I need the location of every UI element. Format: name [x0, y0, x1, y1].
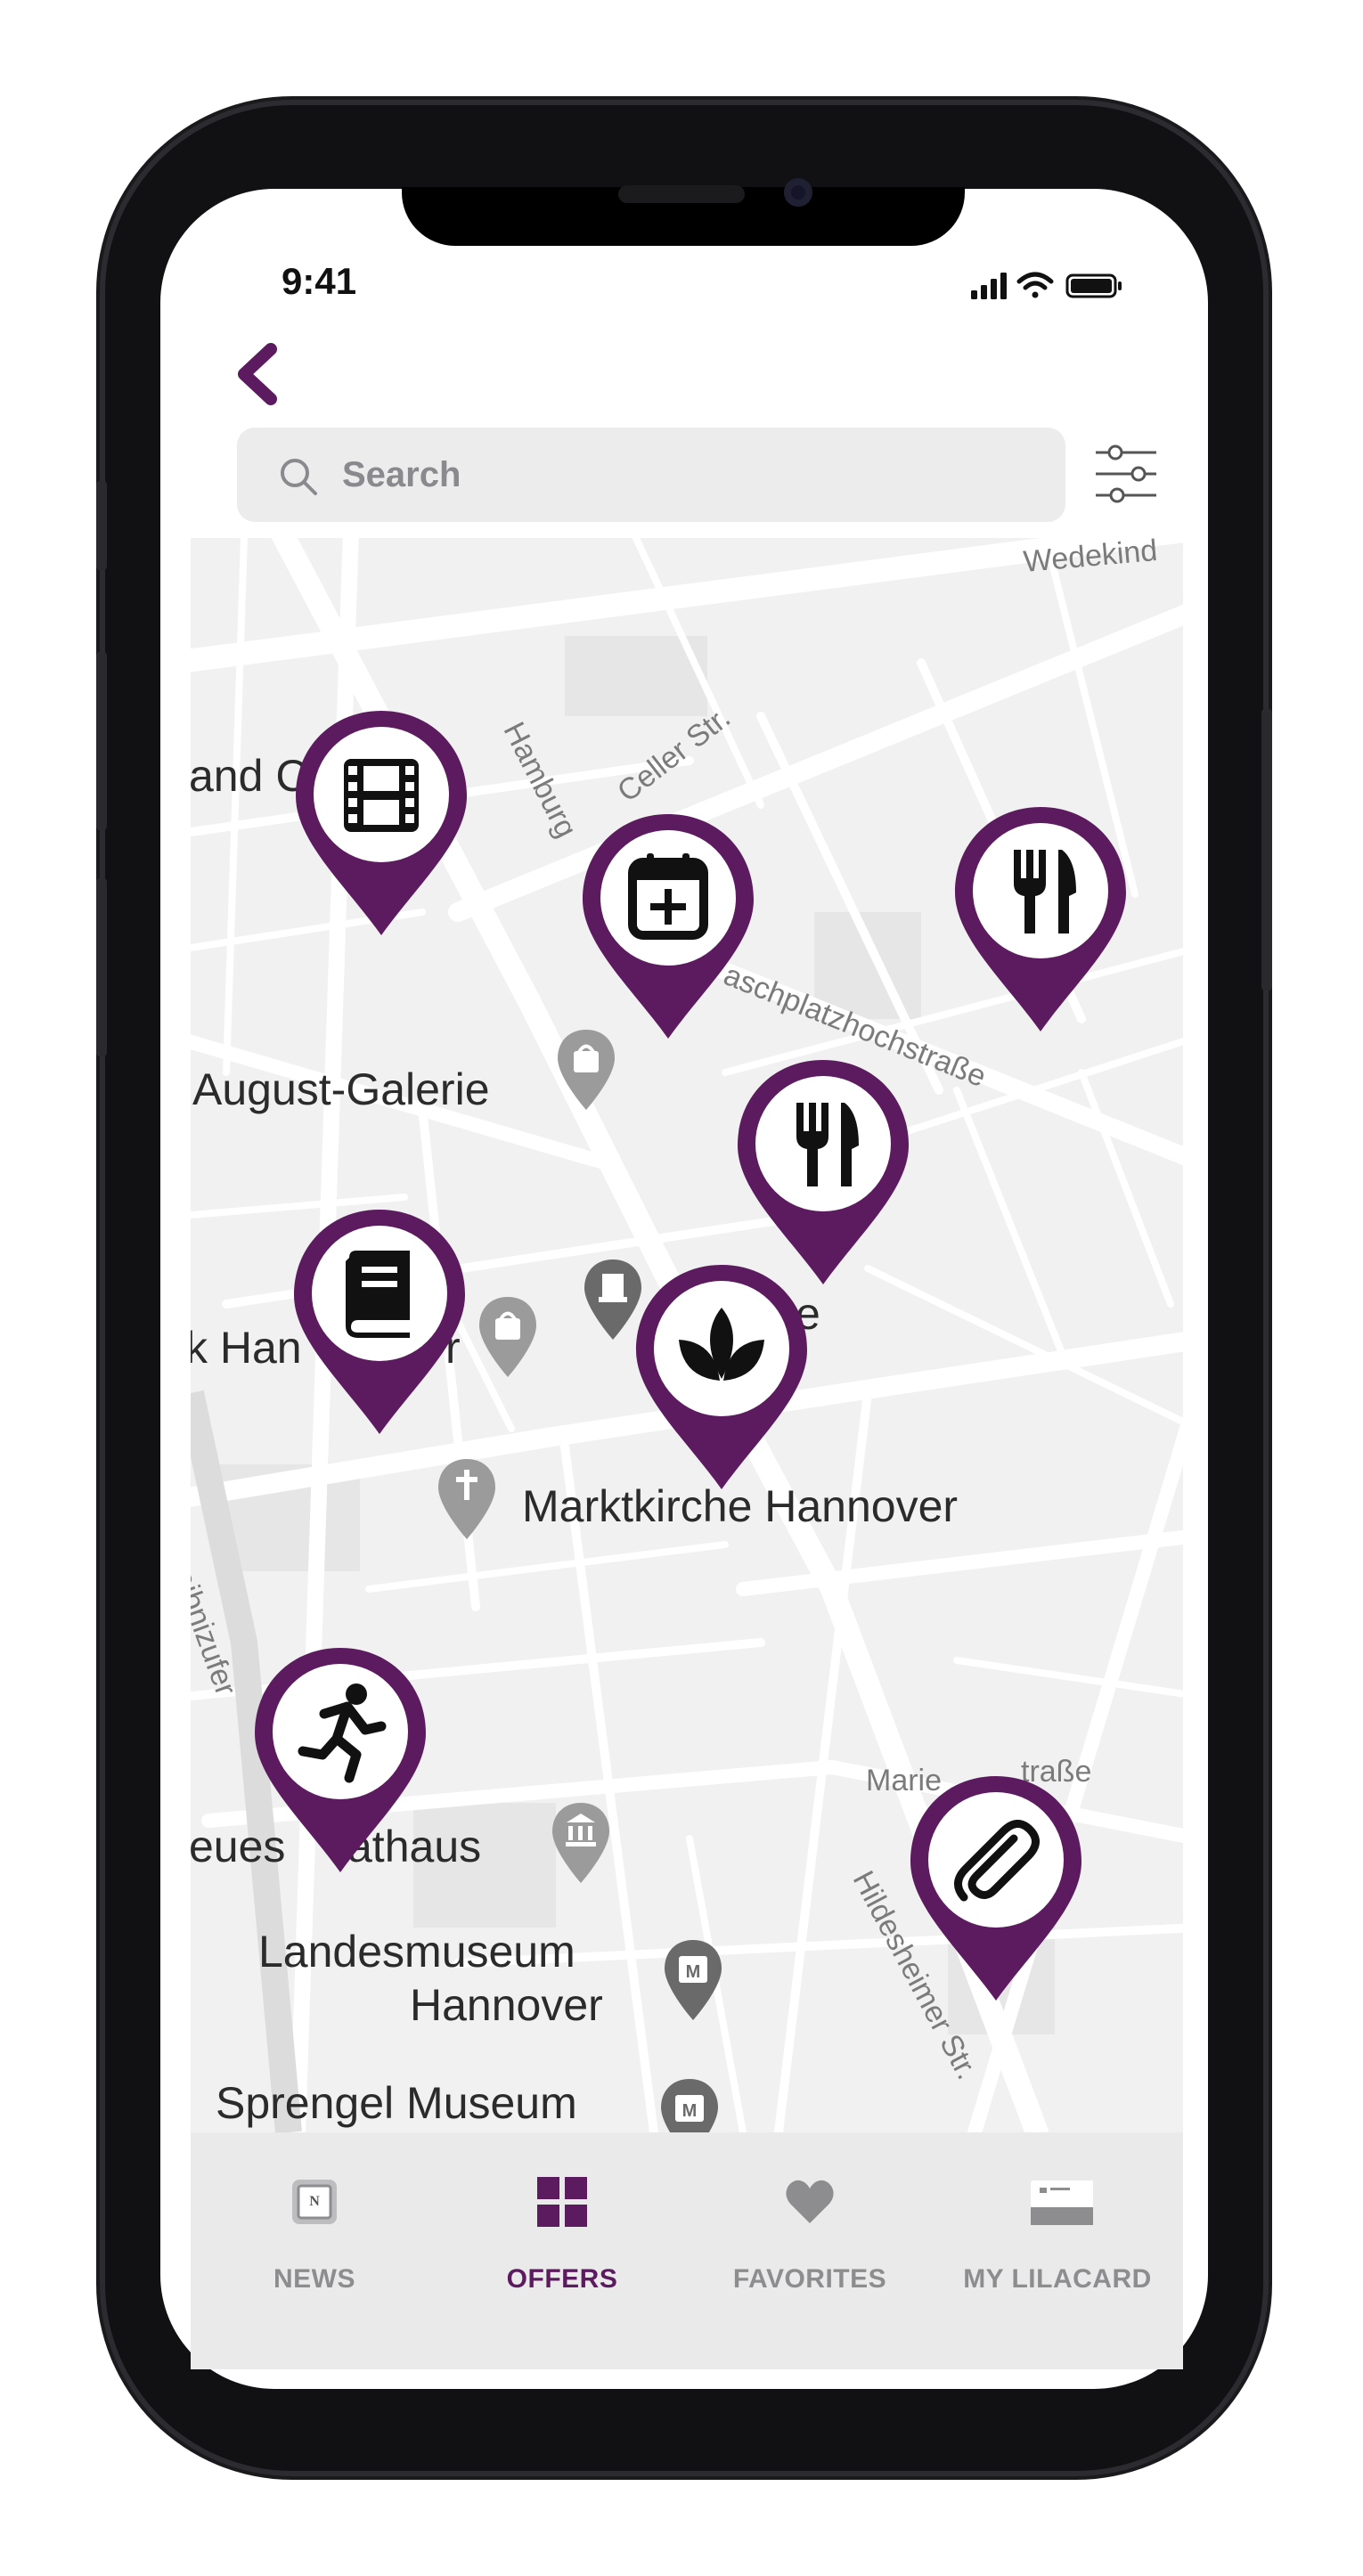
- svg-text:M: M: [686, 1962, 701, 1982]
- svg-text:M: M: [682, 2101, 698, 2121]
- lotus-icon[interactable]: [633, 1261, 811, 1493]
- news-icon: N: [292, 2180, 337, 2224]
- place-label: k Han: [191, 1323, 302, 1373]
- status-time: 9:41: [282, 260, 357, 302]
- tab-bar: N NEWS OFFERS FAVORITES MY LILACARD: [191, 2132, 1183, 2369]
- tab-my-lilacard-label: MY LILACARD: [963, 2264, 1152, 2294]
- speaker-grille: [618, 185, 745, 203]
- mute-switch: [96, 481, 107, 570]
- fork-knife-icon[interactable]: [951, 803, 1130, 1035]
- cellular-signal-icon: [971, 273, 1007, 299]
- paperclip-icon[interactable]: [907, 1773, 1085, 2004]
- tab-favorites[interactable]: FAVORITES: [686, 2132, 934, 2369]
- tab-news-label: NEWS: [273, 2264, 355, 2294]
- museum-poi-icon[interactable]: M: [661, 1938, 725, 2022]
- power-button: [1261, 709, 1272, 990]
- search-input[interactable]: [340, 447, 1039, 502]
- fork-knife-icon[interactable]: [734, 1056, 912, 1288]
- card-icon: [1031, 2181, 1093, 2225]
- book-icon[interactable]: [290, 1206, 469, 1438]
- tab-offers-label: OFFERS: [506, 2264, 618, 2294]
- svg-text:N: N: [309, 2194, 320, 2209]
- battery-icon: [1065, 273, 1122, 298]
- place-label: August-Galerie: [192, 1064, 490, 1114]
- volume-down-button: [96, 878, 107, 1056]
- tab-my-lilacard[interactable]: MY LILACARD: [934, 2132, 1181, 2369]
- place-label: Landesmuseum: [258, 1927, 575, 1977]
- tab-news[interactable]: N NEWS: [191, 2132, 438, 2369]
- place-label: Sprengel Museum: [216, 2078, 577, 2128]
- back-chevron-icon[interactable]: [230, 338, 283, 410]
- grid-icon: [537, 2177, 587, 2227]
- map-view[interactable]: Wedekind Hamburg Celler Str. aschplatzho…: [191, 538, 1183, 2132]
- calendar-add-icon[interactable]: [579, 811, 757, 1042]
- heart-icon: [786, 2180, 834, 2223]
- tab-favorites-label: FAVORITES: [732, 2264, 887, 2294]
- shopping-bag-poi-icon[interactable]: [476, 1295, 540, 1379]
- tab-offers[interactable]: OFFERS: [438, 2132, 686, 2369]
- place-label: Hannover: [410, 1980, 603, 2030]
- running-person-icon[interactable]: [251, 1644, 429, 1876]
- film-icon[interactable]: [292, 707, 470, 939]
- filter-sliders-icon[interactable]: [1092, 438, 1160, 509]
- museum-poi-icon[interactable]: [549, 1801, 613, 1885]
- museum-poi-icon[interactable]: M: [657, 2077, 722, 2132]
- search-box: [237, 428, 1065, 522]
- wifi-icon: [1016, 272, 1054, 298]
- place-label: and C: [191, 751, 308, 801]
- front-camera: [784, 178, 812, 207]
- church-poi-icon[interactable]: [435, 1457, 499, 1541]
- status-icons: [971, 272, 1122, 299]
- search-icon: [281, 459, 317, 495]
- volume-up-button: [96, 652, 107, 830]
